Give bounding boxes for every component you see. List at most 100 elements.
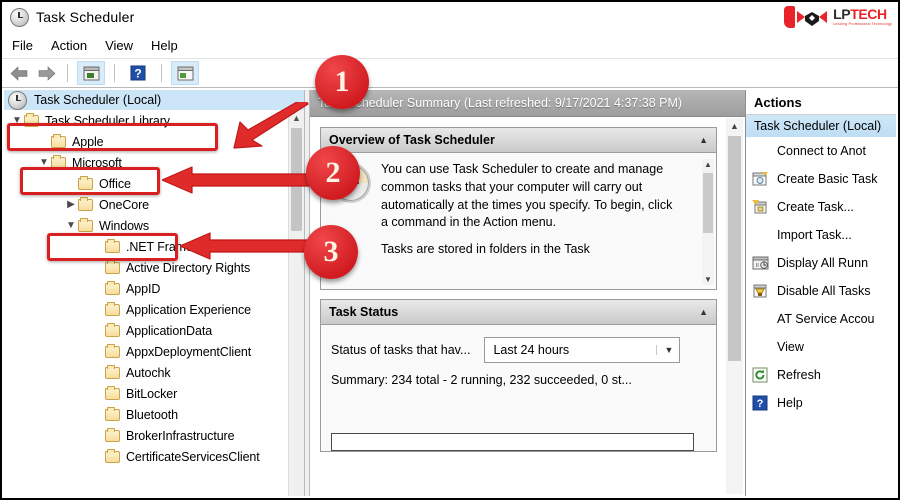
overview-section-header[interactable]: Overview of Task Scheduler ▲ (321, 128, 716, 153)
logo-tagline: Leading Professional Technology (833, 22, 892, 27)
main-content: Task Scheduler (Local) ▼ Task Scheduler L… (4, 90, 896, 496)
tree-item[interactable]: .NET Framework (4, 236, 304, 257)
action-item-label: Disable All Tasks (777, 284, 871, 298)
tree-item[interactable]: Active Directory Rights (4, 257, 304, 278)
tree-item[interactable]: CertificateServicesClient (4, 446, 304, 467)
no-icon (752, 143, 769, 160)
tree-item[interactable]: Apple (4, 131, 304, 152)
menu-item-help[interactable]: Help (151, 38, 178, 53)
title-bar: Task Scheduler LPTECH Leading Profession… (2, 2, 898, 32)
overview-paragraph-2: Tasks are stored in folders in the Task (381, 242, 590, 256)
tree-scrollbar[interactable]: ▲ (288, 110, 304, 496)
tree-item[interactable]: Application Experience (4, 299, 304, 320)
tree-item[interactable]: BitLocker (4, 383, 304, 404)
tree-item[interactable]: ▶ OneCore (4, 194, 304, 215)
collapse-caret-icon[interactable]: ▲ (699, 307, 708, 317)
menu-item-view[interactable]: View (105, 38, 133, 53)
overview-scrollbar[interactable]: ▲ ▼ (702, 159, 714, 285)
tree-item-label: Office (99, 176, 131, 191)
action-item[interactable]: Connect to Anot (746, 137, 896, 165)
window-title: Task Scheduler (36, 9, 135, 25)
no-icon (752, 339, 769, 356)
task-status-list[interactable] (331, 433, 694, 451)
scroll-up-icon[interactable]: ▲ (702, 160, 714, 169)
task-status-section-body: Status of tasks that hav... Last 24 hour… (321, 325, 716, 451)
folder-icon (78, 196, 93, 211)
time-range-select[interactable]: Last 24 hours ▼ (484, 337, 681, 363)
summary-scrollbar[interactable]: ▲ (726, 118, 743, 494)
folder-icon (105, 364, 120, 379)
action-item[interactable]: View (746, 333, 896, 361)
help-icon: ? (752, 395, 769, 412)
tree-item-label: BrokerInfrastructure (126, 428, 235, 443)
forward-icon[interactable] (36, 64, 58, 82)
scrollbar-thumb[interactable] (703, 173, 713, 233)
clock-icon (10, 7, 29, 27)
scrollbar-thumb[interactable] (728, 136, 741, 361)
tree-item[interactable]: Office (4, 173, 304, 194)
chevron-down-icon[interactable]: ▼ (655, 345, 673, 355)
actions-context-item[interactable]: Task Scheduler (Local) (746, 115, 896, 137)
action-item[interactable]: Refresh (746, 361, 896, 389)
menu-item-action[interactable]: Action (51, 38, 87, 53)
tree-item[interactable]: ▼ Microsoft (4, 152, 304, 173)
create-task-icon (752, 199, 769, 216)
show-hide-action-pane-icon[interactable] (171, 61, 199, 85)
tree-item-label: Task Scheduler Library (45, 113, 170, 128)
tree-item[interactable]: ApplicationData (4, 320, 304, 341)
tree-item-label: Application Experience (126, 302, 251, 317)
scroll-up-icon[interactable]: ▲ (289, 110, 304, 126)
library-folder-icon (24, 112, 39, 127)
task-status-section-header[interactable]: Task Status ▲ (321, 300, 716, 325)
task-status-section: Task Status ▲ Status of tasks that hav..… (320, 299, 717, 452)
collapse-caret-icon[interactable]: ▲ (699, 135, 708, 145)
action-item[interactable]: ? Help (746, 389, 896, 417)
tree-root-task-scheduler-local[interactable]: Task Scheduler (Local) (4, 90, 304, 110)
summary-body: Overview of Task Scheduler ▲ You can use… (310, 117, 745, 496)
tree-item[interactable]: AppxDeploymentClient (4, 341, 304, 362)
tree-item[interactable]: AppID (4, 278, 304, 299)
task-status-title: Task Status (329, 305, 399, 319)
tree-root-label: Task Scheduler (Local) (34, 93, 162, 107)
clock-icon (8, 90, 27, 110)
tree-item[interactable]: ▼ Task Scheduler Library (4, 110, 304, 131)
tree-item[interactable]: Autochk (4, 362, 304, 383)
tree-item[interactable]: BrokerInfrastructure (4, 425, 304, 446)
show-hide-console-tree-icon[interactable] (77, 61, 105, 85)
action-item[interactable]: Create Task... (746, 193, 896, 221)
tree-item-label: BitLocker (126, 386, 178, 401)
lptech-logo: LPTECH Leading Professional Technology (784, 4, 892, 30)
actions-pane: Actions Task Scheduler (Local) Connect t… (745, 90, 896, 496)
chevron-down-icon[interactable]: ▼ (10, 115, 24, 126)
chevron-right-icon[interactable]: ▶ (64, 199, 78, 210)
tree-item[interactable]: Bluetooth (4, 404, 304, 425)
chevron-down-icon[interactable]: ▼ (37, 157, 51, 168)
action-item[interactable]: II Display All Runn (746, 249, 896, 277)
tree-item[interactable]: ▼ Windows (4, 215, 304, 236)
toolbar: ? (2, 59, 898, 88)
folder-icon (105, 301, 120, 316)
action-item[interactable]: Import Task... (746, 221, 896, 249)
action-item-label: Display All Runn (777, 256, 869, 270)
action-item[interactable]: Disable All Tasks (746, 277, 896, 305)
chevron-down-icon[interactable]: ▼ (64, 220, 78, 231)
help-icon[interactable]: ? (124, 61, 152, 85)
menu-item-file[interactable]: File (12, 38, 33, 53)
task-scheduler-window: Task Scheduler LPTECH Leading Profession… (0, 0, 900, 500)
logo-text-lp: LP (833, 6, 851, 23)
display-running-tasks-icon: II (752, 255, 769, 272)
tree-item-label: Apple (72, 134, 104, 149)
overview-paragraph-1: You can use Task Scheduler to create and… (381, 162, 673, 230)
action-item[interactable]: Create Basic Task (746, 165, 896, 193)
no-icon (752, 311, 769, 328)
tree-item-label: Autochk (126, 365, 171, 380)
scroll-up-icon[interactable]: ▲ (726, 118, 743, 134)
folder-icon (105, 322, 120, 337)
console-tree-pane: Task Scheduler (Local) ▼ Task Scheduler L… (4, 90, 304, 496)
scrollbar-thumb[interactable] (291, 128, 302, 231)
back-icon[interactable] (8, 64, 30, 82)
folder-icon (105, 427, 120, 442)
scroll-down-icon[interactable]: ▼ (702, 275, 714, 284)
action-item[interactable]: AT Service Accou (746, 305, 896, 333)
tree-item-label: CertificateServicesClient (126, 449, 260, 464)
